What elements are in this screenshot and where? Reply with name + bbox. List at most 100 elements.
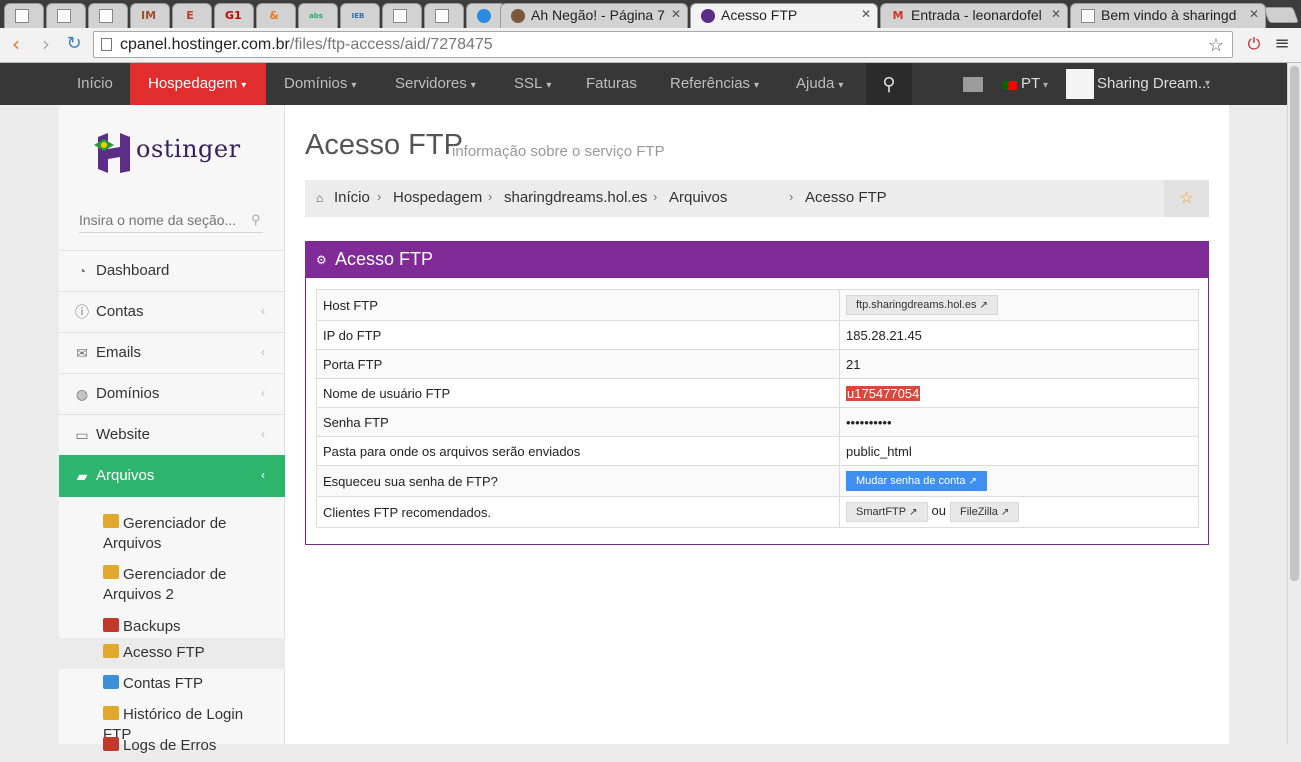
ftp-client-button[interactable]: SmartFTP ↗ <box>846 502 928 522</box>
browser-tab[interactable] <box>46 3 86 28</box>
browser-tab[interactable] <box>382 3 422 28</box>
nav-item[interactable]: Servidores ▾ <box>377 63 496 105</box>
chevron-left-icon: ‹ <box>261 345 265 359</box>
sidebar-subitem[interactable]: Contas FTP <box>59 669 285 700</box>
chevron-down-icon[interactable]: ▾ <box>1205 63 1210 105</box>
nav-item[interactable]: SSL ▾ <box>496 63 568 105</box>
url-path: /files/ftp-access/aid/7278475 <box>289 36 493 53</box>
sidebar-item[interactable]: ✉ Emails ‹ <box>59 332 285 373</box>
close-tab-icon[interactable]: ✕ <box>671 7 681 21</box>
browser-tab[interactable]: M Entrada - leonardofel ✕ <box>880 3 1068 28</box>
sidebar-subitem[interactable]: Gerenciador de Arquivos <box>59 510 285 561</box>
button-label: Mudar senha de conta <box>856 475 966 487</box>
new-tab-button[interactable] <box>1263 7 1299 23</box>
change-password-button[interactable]: Mudar senha de conta ↗ <box>846 471 987 491</box>
envelope-icon[interactable] <box>963 77 983 92</box>
monitor-icon: ▭ <box>75 427 89 443</box>
reload-icon[interactable]: ↻ <box>62 32 86 56</box>
close-tab-icon[interactable]: ✕ <box>1051 7 1061 21</box>
ftp-info-table: Host FTP ftp.sharingdreams.hol.es ↗ IP do F… <box>316 289 1199 528</box>
close-tab-icon[interactable]: ✕ <box>1249 7 1259 21</box>
search-icon[interactable]: ⚲ <box>251 212 261 228</box>
nav-item[interactable]: Hospedagem ▾ <box>130 63 266 105</box>
browser-tab[interactable]: Ah Negão! - Página 7 ✕ <box>500 3 688 28</box>
chevron-down-icon: ▾ <box>1040 80 1048 91</box>
bookmark-star-icon[interactable]: ☆ <box>1208 33 1224 58</box>
browser-tab[interactable]: G1 <box>214 3 254 28</box>
chevron-down-icon: ▾ <box>754 80 760 91</box>
browser-tab[interactable]: & <box>256 3 296 28</box>
scrollbar-thumb[interactable] <box>1290 66 1299 581</box>
sidebar-subitem[interactable]: Acesso FTP <box>59 638 285 669</box>
nav-item-label: Início <box>77 75 113 92</box>
nav-item[interactable]: Referências ▾ <box>652 63 778 105</box>
address-bar[interactable]: cpanel.hostinger.com.br/files/ftp-access… <box>93 31 1233 58</box>
nav-item[interactable]: Domínios ▾ <box>266 63 377 105</box>
page-scrollbar[interactable] <box>1287 63 1301 744</box>
button-label: FileZilla <box>959 506 998 518</box>
breadcrumb-current: Acesso FTP <box>805 189 887 206</box>
nav-item[interactable]: Faturas <box>568 63 652 105</box>
row-value-cell: ftp.sharingdreams.hol.es ↗ <box>839 289 1199 321</box>
url-host: cpanel.hostinger.com.br <box>120 36 290 53</box>
forward-icon[interactable]: › <box>34 32 58 56</box>
row-value: public_html <box>846 443 912 459</box>
sidebar-item[interactable]: ◍ Domínios ‹ <box>59 373 285 414</box>
favorite-star-icon[interactable]: ☆ <box>1164 180 1209 217</box>
extension-stop-icon[interactable]: ⏻ <box>1242 32 1266 56</box>
table-row: IP do FTP 185.28.21.45 <box>316 320 1199 350</box>
row-value-cell: Mudar senha de conta ↗ <box>839 465 1199 497</box>
user-menu[interactable]: Sharing Dream... <box>1097 63 1210 105</box>
nav-item[interactable]: Início <box>59 63 130 105</box>
language-label: PT <box>1021 75 1041 92</box>
close-tab-icon[interactable]: ✕ <box>861 7 871 21</box>
browser-tab[interactable]: abs <box>298 3 338 28</box>
breadcrumb-link[interactable]: Arquivos <box>669 189 727 206</box>
browser-tab[interactable]: Bem vindo à sharingd ✕ <box>1070 3 1266 28</box>
sidebar-item[interactable]: ▭ Website ‹ <box>59 414 285 455</box>
browser-tab[interactable]: IEB <box>340 3 380 28</box>
row-value: •••••••••• <box>846 414 892 430</box>
sidebar-subitem[interactable]: Logs de Erros <box>59 731 285 762</box>
portugal-flag-icon <box>1003 81 1017 90</box>
breadcrumb-link[interactable]: Hospedagem <box>393 189 482 206</box>
sidebar-item[interactable]: ▰ Arquivos ‹ <box>59 455 285 497</box>
row-key: Porta FTP <box>316 349 840 379</box>
back-icon[interactable]: ‹ <box>4 32 28 56</box>
sidebar-item[interactable]: ⓘ Contas ‹ <box>59 291 285 332</box>
browser-tab[interactable]: IM <box>130 3 170 28</box>
browser-tab[interactable] <box>4 3 44 28</box>
sidebar-subitem-label: Logs de Erros <box>123 737 217 754</box>
ftp-client-button[interactable]: FileZilla ↗ <box>949 502 1020 522</box>
browser-tab-title: Bem vindo à sharingd <box>1101 7 1237 23</box>
breadcrumb-link[interactable]: Início <box>334 189 370 206</box>
row-key: Esqueceu sua senha de FTP? <box>316 465 840 497</box>
browser-tab[interactable]: Acesso FTP ✕ <box>690 3 878 28</box>
section-search-input[interactable] <box>79 208 263 233</box>
home-icon[interactable]: ⌂ <box>316 191 323 205</box>
external-link-icon: ↗ <box>968 476 977 487</box>
language-selector[interactable]: PT ▾ <box>1021 63 1048 107</box>
chevron-down-icon: ▾ <box>838 80 844 91</box>
browser-tab[interactable] <box>424 3 464 28</box>
hostinger-logo[interactable]: ostinger <box>92 127 262 177</box>
menu-icon[interactable]: ≡ <box>1270 32 1294 56</box>
ftp-host-button[interactable]: ftp.sharingdreams.hol.es ↗ <box>846 295 998 315</box>
browser-tab[interactable] <box>88 3 128 28</box>
nav-item[interactable]: Ajuda ▾ <box>778 63 866 105</box>
browser-tab-title: Acesso FTP <box>721 7 798 23</box>
search-icon[interactable]: ⚲ <box>866 63 912 105</box>
cogs-icon: ⚙ <box>316 253 327 267</box>
browser-toolbar: ‹ › ↻ cpanel.hostinger.com.br/files/ftp-… <box>0 28 1301 63</box>
sidebar-subitem[interactable]: Histórico de Login FTP <box>59 700 285 743</box>
sidebar-subitem[interactable]: Gerenciador de Arquivos 2 <box>59 561 285 612</box>
gmail-icon: M <box>892 9 904 22</box>
avatar[interactable] <box>1066 69 1094 99</box>
sidebar-item[interactable]: ◔ Dashboard <box>59 250 285 291</box>
hostinger-logo-mark <box>94 133 130 173</box>
sidebar-subitem-label: Gerenciador de Arquivos <box>103 515 227 552</box>
sidebar-item-label: Website <box>96 426 150 443</box>
browser-tab[interactable]: E <box>172 3 212 28</box>
breadcrumb-link[interactable]: sharingdreams.hol.es <box>504 189 647 206</box>
row-key: Pasta para onde os arquivos serão enviad… <box>316 436 840 466</box>
